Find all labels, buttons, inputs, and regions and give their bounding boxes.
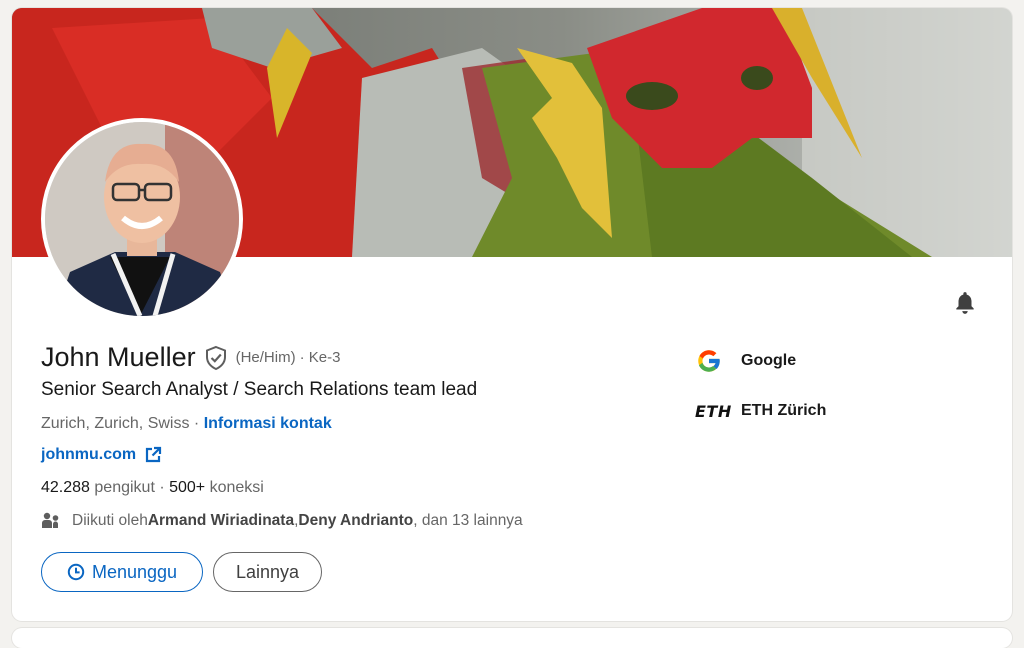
clock-icon [67, 563, 85, 581]
pending-label: Menunggu [91, 561, 178, 582]
pending-button[interactable]: Menunggu [41, 552, 203, 592]
profile-headline: Senior Search Analyst / Search Relations… [41, 379, 478, 400]
profile-name: John Mueller [41, 342, 196, 372]
followed-suffix: , dan 13 lainnya [413, 512, 523, 529]
pronouns: (He/Him) [235, 349, 296, 366]
website-text: johnmu.com [41, 446, 137, 463]
followers-label: pengikut [94, 479, 155, 496]
connections-link[interactable]: 500+ koneksi [169, 479, 264, 496]
connections-label: koneksi [209, 479, 264, 496]
contact-info-link[interactable]: Informasi kontak [204, 415, 332, 432]
location: Zurich, Zurich, Swiss [41, 415, 190, 432]
location-separator: · [189, 415, 204, 432]
eth-logo: ETH [695, 401, 732, 421]
name-row: John Mueller (He/Him) · Ke-3 [41, 342, 340, 373]
location-row: Zurich, Zurich, Swiss · Informasi kontak [41, 415, 332, 433]
stats-row: 42.288 pengikut · 500+ koneksi [41, 479, 264, 497]
org-eth[interactable]: ETH ETH Zürich [695, 396, 826, 426]
people-icon [41, 511, 61, 531]
org-eth-name: ETH Zürich [741, 402, 827, 419]
external-link-icon [144, 446, 162, 464]
profile-photo[interactable] [41, 118, 243, 320]
connections-count: 500+ [169, 479, 206, 496]
shield-check-icon[interactable] [204, 345, 228, 371]
org-google-name: Google [741, 352, 797, 369]
profile-card: John Mueller (He/Him) · Ke-3 Senior Sear… [12, 8, 1012, 621]
org-google[interactable]: Google [695, 346, 796, 376]
more-button[interactable]: Lainnya [213, 552, 322, 592]
stats-separator: · [154, 479, 170, 496]
mutual-person-1: Armand Wiriadinata [147, 512, 295, 529]
google-logo-icon [695, 346, 731, 376]
followers-count: 42.288 [41, 479, 90, 496]
mutual-followers[interactable]: Diikuti oleh Armand Wiriadinata, Deny An… [41, 511, 523, 531]
mutual-person-2: Deny Andrianto [298, 512, 414, 529]
connection-degree: · Ke-3 [299, 349, 341, 366]
website-link[interactable]: johnmu.com [41, 446, 162, 464]
bell-icon[interactable] [950, 288, 980, 318]
next-section-card [12, 628, 1012, 648]
followed-prefix: Diikuti oleh [72, 512, 148, 529]
